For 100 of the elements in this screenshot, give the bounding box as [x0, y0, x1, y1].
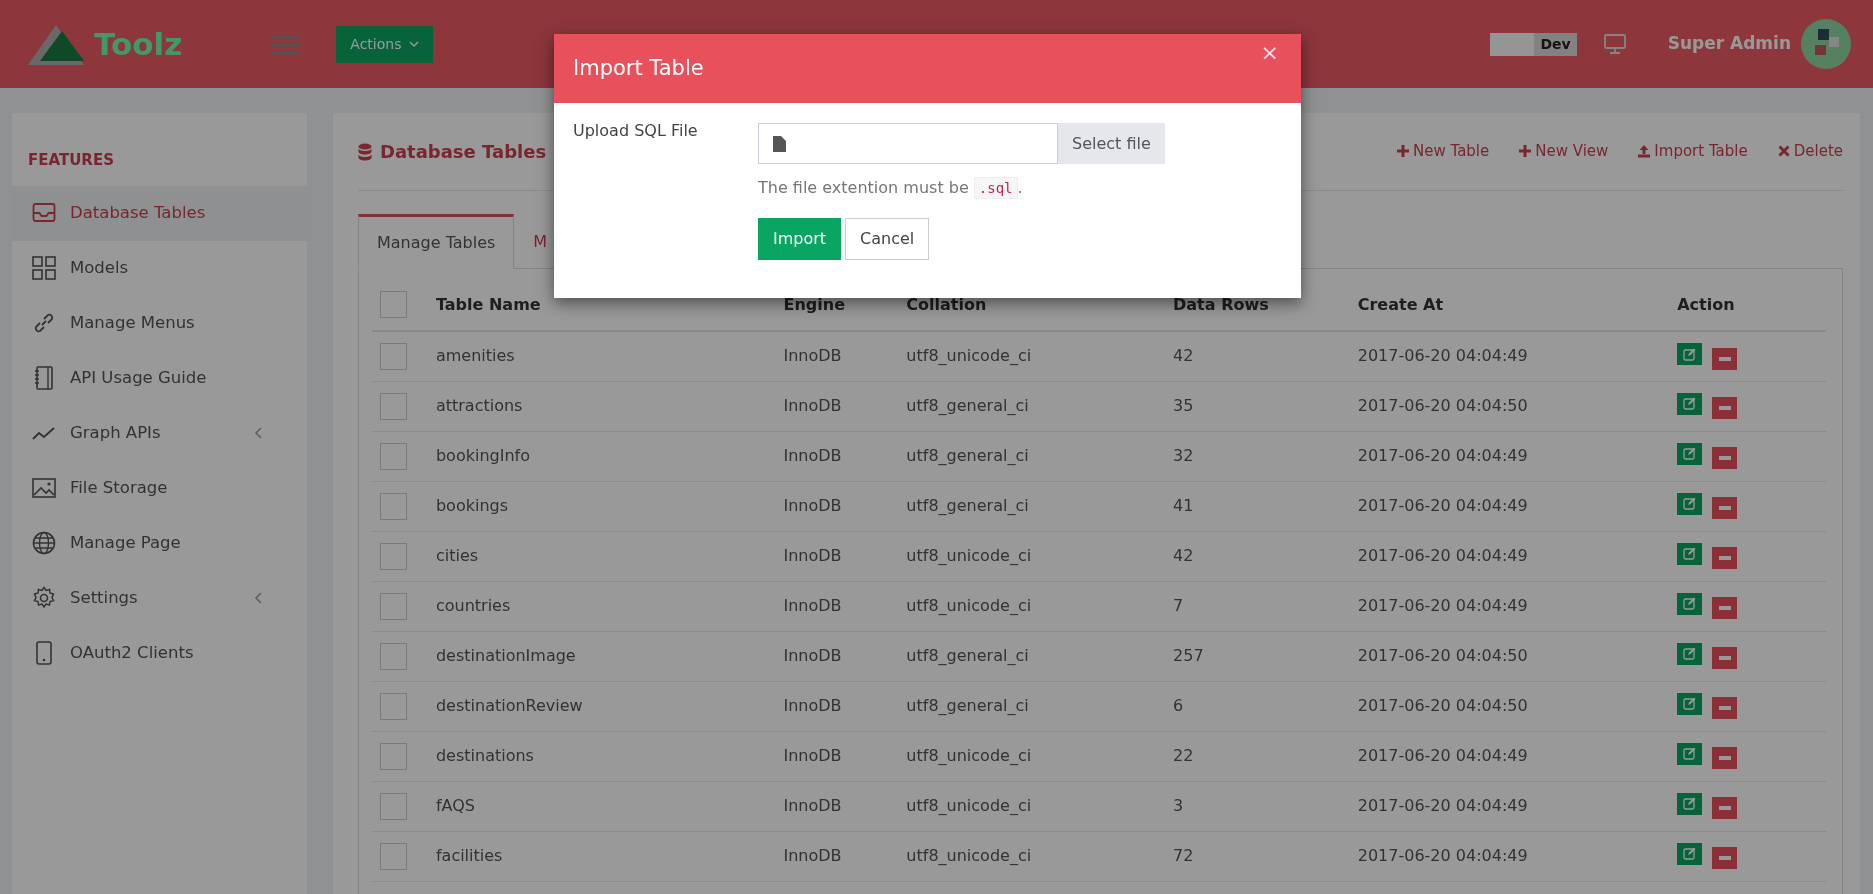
globe-icon: [32, 531, 56, 555]
toolbar-link[interactable]: New View: [1519, 140, 1609, 163]
table-cell: 7: [1173, 596, 1184, 615]
monitor-icon[interactable]: [1603, 34, 1626, 54]
minus-icon: [1718, 356, 1731, 361]
checkbox[interactable]: [380, 742, 407, 770]
toolbar-link[interactable]: Import Table: [1638, 140, 1748, 163]
table-cell: 41: [1173, 496, 1194, 515]
sidebar-item[interactable]: OAuth2 Clients: [12, 625, 307, 681]
settings-icon: [32, 586, 56, 610]
table-cell: utf8_general_ci: [906, 646, 1029, 665]
delete-button[interactable]: [1712, 597, 1738, 620]
edit-button[interactable]: [1677, 642, 1703, 665]
page-title: Database Tables: [380, 140, 547, 164]
table-cell: 2017-06-20 04:04:49: [1357, 346, 1528, 366]
checkbox[interactable]: [380, 792, 407, 820]
tab[interactable]: Manage Tables: [358, 214, 515, 269]
select-file-button[interactable]: Select file: [1058, 123, 1165, 164]
sidebar-item[interactable]: Database Tables: [12, 185, 307, 241]
delete-button[interactable]: [1712, 447, 1738, 470]
actions-button[interactable]: Actions: [336, 25, 434, 63]
checkbox[interactable]: [380, 392, 407, 420]
upload-icon: [1638, 145, 1651, 158]
user-name: Super Admin: [1667, 32, 1791, 56]
column-header: Table Name: [435, 294, 541, 314]
table-cell: bookingInfo: [435, 446, 530, 465]
table-cell: countries: [435, 596, 511, 615]
delete-button[interactable]: [1712, 647, 1738, 670]
sidebar-item[interactable]: API Usage Guide: [12, 350, 307, 406]
close-button[interactable]: ×: [1260, 42, 1279, 64]
notebook-icon: [32, 366, 56, 390]
checkbox[interactable]: [380, 342, 407, 370]
edit-button[interactable]: [1677, 343, 1703, 365]
edit-button[interactable]: [1677, 392, 1703, 415]
pencil-icon: [1683, 847, 1697, 861]
checkbox[interactable]: [380, 492, 407, 520]
delete-button[interactable]: [1712, 747, 1738, 770]
checkbox[interactable]: [380, 442, 407, 470]
edit-button[interactable]: [1677, 542, 1703, 565]
toolbar-link[interactable]: Delete: [1777, 140, 1843, 163]
table-cell: 2017-06-20 04:04:50: [1357, 396, 1528, 415]
cancel-button[interactable]: Cancel: [845, 218, 930, 260]
caret-icon: [409, 40, 420, 48]
grid-icon: [32, 256, 56, 280]
delete-button[interactable]: [1712, 697, 1738, 720]
delete-button[interactable]: [1712, 397, 1738, 420]
table-cell: utf8_unicode_ci: [906, 746, 1032, 765]
checkbox[interactable]: [380, 542, 407, 570]
checkbox[interactable]: [380, 291, 407, 318]
edit-button[interactable]: [1677, 592, 1703, 615]
edit-button[interactable]: [1677, 492, 1703, 515]
table-cell: 6: [1173, 696, 1184, 715]
table-cell: 2017-06-20 04:04:49: [1357, 796, 1528, 815]
file-input[interactable]: [758, 123, 1058, 164]
minus-icon: [1718, 556, 1731, 561]
table-cell: InnoDB: [783, 696, 842, 715]
table-cell: 2017-06-20 04:04:49: [1357, 596, 1528, 615]
pencil-icon: [1683, 797, 1697, 811]
sidebar-item[interactable]: Manage Page: [12, 515, 307, 571]
edit-button[interactable]: [1677, 792, 1703, 815]
pencil-icon: [1683, 697, 1697, 711]
checkbox[interactable]: [380, 642, 407, 670]
sidebar-item[interactable]: File Storage: [12, 460, 307, 516]
file-icon: [773, 135, 786, 152]
sidebar-item[interactable]: Settings: [12, 570, 307, 626]
inbox-icon: [32, 201, 56, 225]
delete-button[interactable]: [1712, 797, 1738, 820]
delete-button[interactable]: [1712, 847, 1738, 870]
tab[interactable]: M: [514, 214, 567, 268]
table-cell: 3: [1173, 796, 1184, 815]
section-title: FEATURES: [27, 150, 115, 171]
minus-icon: [1718, 856, 1731, 861]
database-icon: [358, 142, 372, 161]
edit-button[interactable]: [1677, 692, 1703, 715]
table-cell: InnoDB: [783, 346, 842, 366]
sidebar-item[interactable]: Graph APIs: [12, 405, 307, 461]
delete-button[interactable]: [1712, 347, 1738, 370]
help-text: The file extention must be .sql .: [758, 176, 1024, 200]
checkbox[interactable]: [380, 842, 407, 870]
table-cell: InnoDB: [783, 596, 842, 615]
delete-button[interactable]: [1712, 497, 1738, 520]
pencil-icon: [1683, 547, 1697, 561]
checkbox[interactable]: [380, 692, 407, 720]
table-cell: utf8_unicode_ci: [906, 846, 1032, 865]
toolbar-link[interactable]: New Table: [1397, 140, 1490, 163]
avatar-icon: [1801, 19, 1851, 69]
edit-button[interactable]: [1677, 842, 1703, 865]
sidebar-item[interactable]: Manage Menus: [12, 295, 307, 351]
checkbox[interactable]: [380, 592, 407, 620]
import-button[interactable]: Import: [758, 218, 842, 260]
delete-button[interactable]: [1712, 547, 1738, 570]
edit-button[interactable]: [1677, 742, 1703, 765]
table-cell: InnoDB: [783, 496, 842, 515]
table-cell: 35: [1173, 396, 1194, 415]
minus-icon: [1718, 456, 1731, 461]
table-cell: 2017-06-20 04:04:49: [1357, 846, 1528, 865]
edit-button[interactable]: [1677, 442, 1703, 465]
sidebar-item[interactable]: Models: [12, 240, 307, 296]
table-cell: 42: [1173, 346, 1194, 366]
minus-icon: [1718, 756, 1731, 761]
